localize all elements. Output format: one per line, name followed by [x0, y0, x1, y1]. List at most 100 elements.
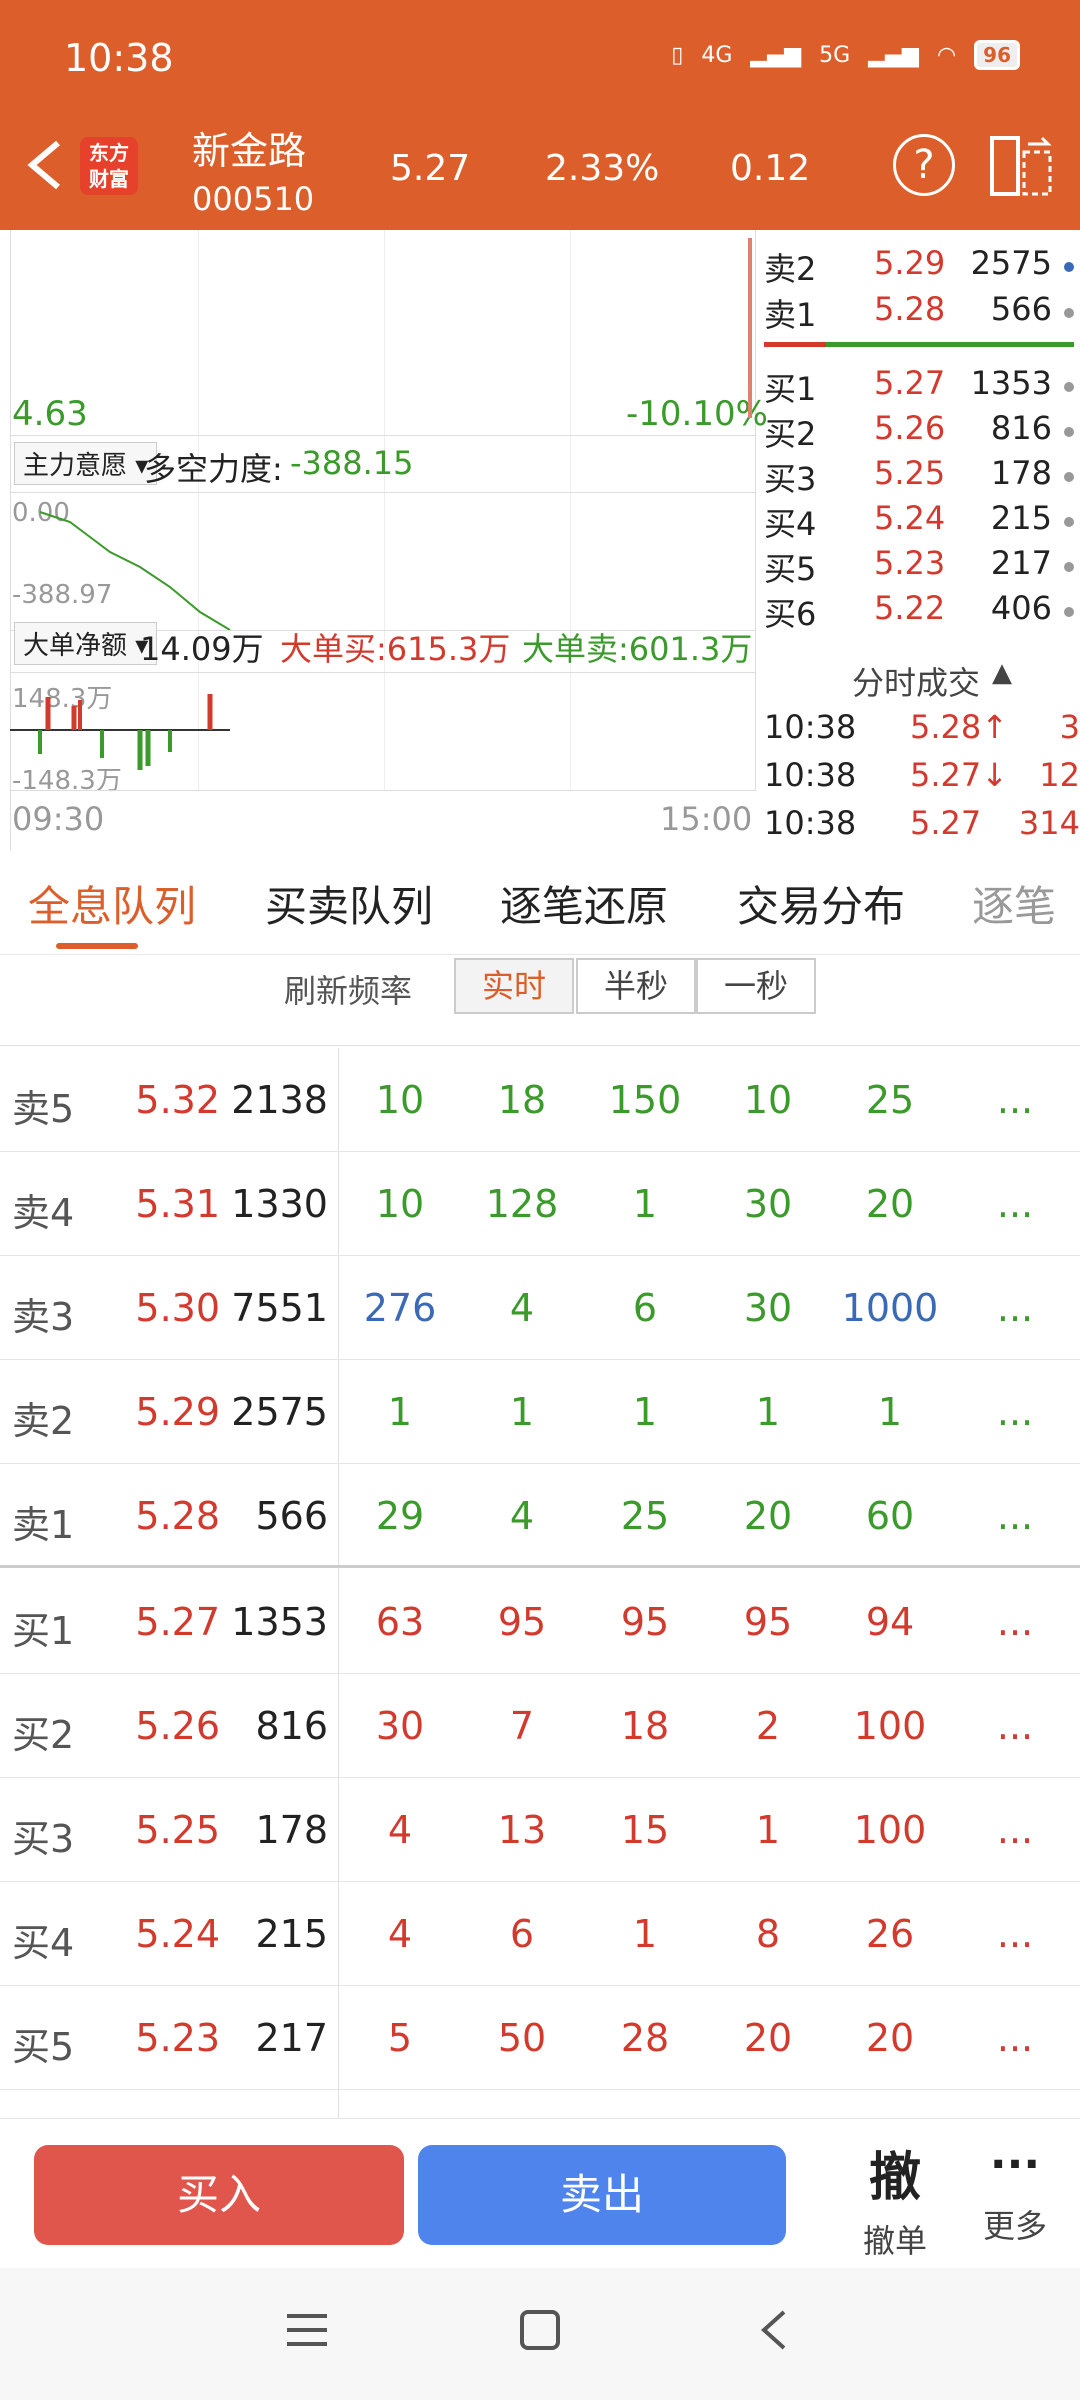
queue-price: 5.28 [135, 1494, 220, 1538]
queue-volume: 178 [255, 1808, 328, 1852]
bid-row[interactable]: 买1 5.27 1353 [760, 364, 1080, 408]
queue-order-size: 1 [755, 1808, 781, 1852]
queue-row[interactable]: 买2 5.26 816 30 7 18 2 100... [0, 1674, 1080, 1778]
order-book-panel: 卖2 5.29 2575 卖1 5.28 566 买1 5.27 1353 买2 5.26 816 买3… [760, 230, 1080, 850]
ask-price: 5.28 [874, 290, 946, 328]
indicator1-dropdown[interactable]: 主力意愿 ▾ [14, 442, 158, 485]
back-arrow-icon[interactable] [20, 135, 70, 195]
queue-row[interactable]: 买1 5.27 1353 63 95 95 95 94... [0, 1570, 1080, 1674]
tick-volume: 314 [1018, 804, 1080, 842]
queue-order-size: 95 [497, 1600, 547, 1644]
stock-price: 5.27 [390, 148, 471, 189]
queue-row[interactable]: 买5 5.23 217 5 50 28 20 20... [0, 1986, 1080, 2090]
queue-row[interactable]: 卖5 5.32 2138 10 18 150 10 25... [0, 1048, 1080, 1152]
queue-more-icon[interactable]: ... [980, 1808, 1050, 1852]
logo-text-2: 财富 [89, 167, 129, 191]
bid-volume: 178 [990, 454, 1052, 492]
queue-more-icon[interactable]: ... [980, 1078, 1050, 1122]
queue-row[interactable]: 卖3 5.30 7551 276 4 6 30 1000... [0, 1256, 1080, 1360]
big-buy-label: 大单买:615.3万 [280, 630, 511, 668]
bid-price: 5.22 [874, 589, 946, 627]
more-button[interactable]: ··· 更多 [960, 2135, 1070, 2247]
queue-volume: 1330 [231, 1182, 328, 1226]
tab-full-queue[interactable]: 全息队列 [28, 873, 196, 934]
queue-more-icon[interactable]: ... [980, 1286, 1050, 1330]
queue-level-label: 卖5 [12, 1087, 75, 1131]
queue-row[interactable]: 卖4 5.31 1330 10 128 1 30 20... [0, 1152, 1080, 1256]
bid-row[interactable]: 买3 5.25 178 [760, 454, 1080, 498]
queue-volume: 816 [255, 1704, 328, 1748]
queue-more-icon[interactable]: ... [980, 1182, 1050, 1226]
queue-row[interactable]: 买3 5.25 178 4 13 15 1 100... [0, 1778, 1080, 1882]
tab-buy-sell-queue[interactable]: 买卖队列 [265, 873, 433, 934]
bid-row[interactable]: 买2 5.26 816 [760, 409, 1080, 453]
queue-volume: 566 [255, 1494, 328, 1538]
queue-order-size: 10 [375, 1182, 425, 1226]
tick-volume: 3 [1059, 708, 1080, 746]
help-icon[interactable]: ? [893, 134, 955, 196]
refresh-realtime-button[interactable]: 实时 [454, 958, 574, 1014]
bid-row[interactable]: 买4 5.24 215 [760, 499, 1080, 543]
back-icon[interactable] [752, 2308, 796, 2352]
queue-order-size: 6 [509, 1912, 535, 1956]
queue-price: 5.30 [135, 1286, 220, 1330]
more-label: 更多 [982, 2207, 1047, 2245]
bid-row[interactable]: 买6 5.22 406 [760, 589, 1080, 633]
stock-code: 000510 [192, 180, 315, 218]
queue-order-size: 10 [375, 1078, 425, 1122]
indicator1-tag: 主力意愿 [23, 451, 128, 481]
layout-switch-icon[interactable] [988, 134, 1056, 198]
bid-label: 买4 [764, 505, 817, 543]
bid-label: 买2 [764, 415, 817, 453]
cancel-icon: 撤 [868, 2148, 921, 2208]
queue-row[interactable]: 卖1 5.28 566 29 4 25 20 60... [0, 1464, 1080, 1568]
queue-price: 5.29 [135, 1390, 220, 1434]
queue-order-size: 100 [853, 1704, 927, 1748]
queue-more-icon[interactable]: ... [980, 1494, 1050, 1538]
price-bar [748, 238, 752, 418]
bid-label: 买6 [764, 595, 817, 633]
indicator2-dropdown[interactable]: 大单净额 ▾ [14, 622, 158, 665]
cancel-order-button[interactable]: 撤 撤单 [820, 2135, 970, 2262]
queue-more-icon[interactable]: ... [980, 2016, 1050, 2060]
intraday-chart[interactable]: 4.63 -10.10% 主力意愿 ▾ 多空力度: -388.15 0.00 -… [0, 230, 768, 850]
ask-row[interactable]: 卖1 5.28 566 [760, 290, 1080, 334]
queue-level-label: 买1 [12, 1609, 75, 1653]
menu-icon[interactable] [285, 2310, 329, 2350]
ask-row[interactable]: 卖2 5.29 2575 [760, 244, 1080, 288]
queue-order-size: 6 [632, 1286, 658, 1330]
buy-button[interactable]: 买入 [34, 2145, 404, 2245]
queue-order-size: 4 [509, 1286, 535, 1330]
level-dot-icon [1064, 382, 1074, 392]
queue-level-label: 卖1 [12, 1503, 75, 1547]
queue-order-size: 18 [497, 1078, 547, 1122]
queue-row[interactable]: 卖2 5.29 2575 1 1 1 1 1... [0, 1360, 1080, 1464]
home-icon[interactable] [518, 2308, 562, 2352]
stock-name[interactable]: 新金路 [192, 120, 306, 175]
refresh-one-second-button[interactable]: 一秒 [696, 958, 816, 1014]
sell-button[interactable]: 卖出 [418, 2145, 786, 2245]
queue-order-size: 276 [363, 1286, 437, 1330]
queue-more-icon[interactable]: ... [980, 1390, 1050, 1434]
refresh-half-second-button[interactable]: 半秒 [576, 958, 696, 1014]
tab-tick-detail[interactable]: 逐笔 [972, 873, 1080, 934]
level-dot-icon [1064, 308, 1074, 318]
indicator1-value: -388.15 [290, 444, 414, 482]
tick-time: 10:38 [764, 708, 857, 746]
queue-order-size: 25 [865, 1078, 915, 1122]
queue-price: 5.24 [135, 1912, 220, 1956]
tick-time: 10:38 [764, 756, 857, 794]
full-queue-table[interactable]: 卖5 5.32 2138 10 18 150 10 25... 卖4 5.31 1330 10 128 1… [0, 1048, 1080, 2118]
queue-more-icon[interactable]: ... [980, 1704, 1050, 1748]
level-dot-icon [1064, 427, 1074, 437]
tab-trade-distribution[interactable]: 交易分布 [737, 873, 905, 934]
bid-row[interactable]: 买5 5.23 217 [760, 544, 1080, 588]
queue-more-icon[interactable]: ... [980, 1912, 1050, 1956]
queue-row[interactable]: 买4 5.24 215 4 6 1 8 26... [0, 1882, 1080, 1986]
queue-level-label: 卖4 [12, 1191, 75, 1235]
queue-more-icon[interactable]: ... [980, 1600, 1050, 1644]
tab-tick-restore[interactable]: 逐笔还原 [500, 873, 668, 934]
bid-price: 5.26 [874, 409, 946, 447]
ticks-title[interactable]: 分时成交 [852, 658, 980, 704]
bid-volume: 406 [990, 589, 1052, 627]
